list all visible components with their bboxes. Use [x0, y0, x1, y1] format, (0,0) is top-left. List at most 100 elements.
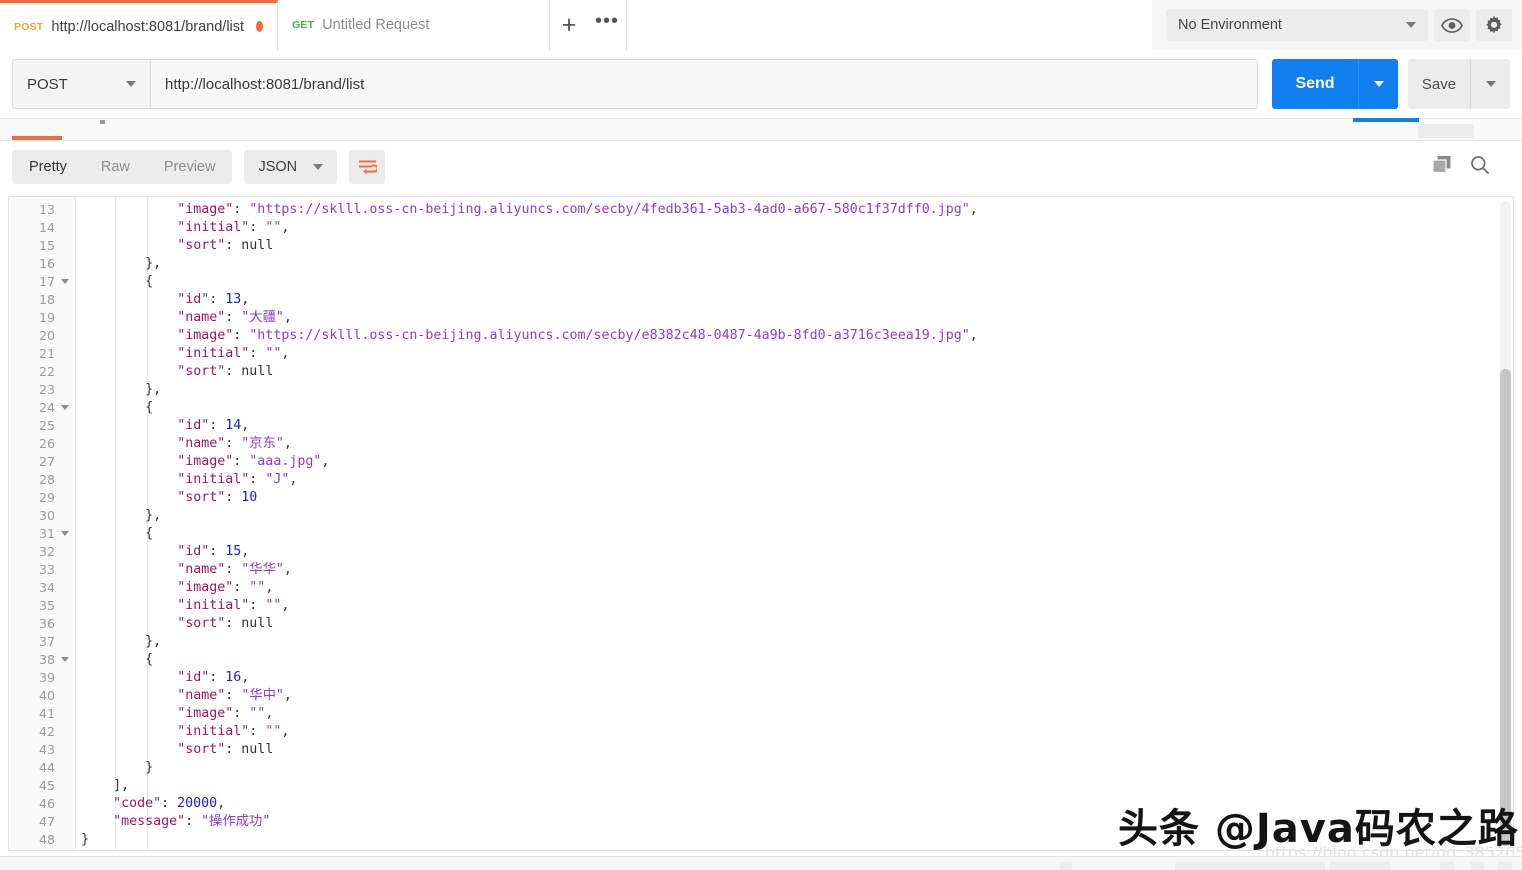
code-token: :	[185, 814, 202, 829]
code-fold-toggle-icon[interactable]	[61, 279, 69, 284]
code-line: 23},	[9, 381, 1513, 399]
code-line: 40 "name": "华中",	[9, 687, 1513, 705]
status-bar-item	[1498, 862, 1512, 870]
save-button[interactable]: Save	[1408, 59, 1470, 109]
line-number: 28	[38, 472, 55, 487]
code-line: 34 "image": "",	[9, 579, 1513, 597]
response-body-viewer[interactable]: 13 "image": "https://sklll.oss-cn-beijing…	[8, 196, 1514, 851]
copy-to-clipboard-button[interactable]	[1432, 155, 1452, 179]
search-response-button[interactable]	[1470, 155, 1490, 180]
request-tab-untitled[interactable]: GET Untitled Request	[278, 0, 550, 50]
code-token: :	[225, 688, 242, 703]
code-token: ""	[265, 598, 282, 613]
code-token: null	[241, 364, 274, 379]
line-number: 30	[38, 508, 55, 523]
line-number: 43	[38, 742, 55, 757]
line-number: 33	[38, 562, 55, 577]
line-number: 15	[38, 238, 55, 253]
settings-button[interactable]	[1476, 9, 1512, 41]
code-line: 21 "initial": "",	[9, 345, 1513, 363]
environment-selector[interactable]: No Environment	[1166, 9, 1428, 41]
code-token: {	[145, 526, 154, 541]
code-token: ,	[283, 310, 292, 325]
code-token: "name"	[177, 436, 226, 451]
tab-preview[interactable]: Preview	[147, 150, 233, 184]
code-token: "华中"	[241, 688, 284, 703]
code-token: "code"	[113, 796, 162, 811]
line-number: 41	[38, 706, 55, 721]
line-number: 39	[38, 670, 55, 685]
code-line: 24 {	[9, 399, 1513, 417]
code-token: "https://sklll.oss-cn-beijing.aliyuncs.c…	[249, 202, 970, 217]
code-token: ,	[241, 670, 250, 685]
code-line-text: "image": "https://sklll.oss-cn-beijing.a…	[177, 201, 978, 219]
code-line: 26 "name": "京东",	[9, 435, 1513, 453]
code-line-text: "initial": "",	[177, 723, 289, 741]
tab-options-button[interactable]: •••	[588, 0, 626, 50]
send-options-button[interactable]	[1358, 59, 1398, 109]
code-token: },	[145, 634, 162, 649]
code-token: "J"	[265, 472, 290, 487]
active-request-tab-underline	[12, 136, 62, 140]
status-bar-item	[1470, 862, 1484, 870]
line-number: 21	[38, 346, 55, 361]
code-line: 36 "sort": null	[9, 615, 1513, 633]
code-token: "sort"	[177, 742, 226, 757]
line-number: 19	[38, 310, 55, 325]
code-token: }	[145, 760, 154, 775]
code-line: 20 "image": "https://sklll.oss-cn-beijing…	[9, 327, 1513, 345]
send-button[interactable]: Send	[1272, 59, 1358, 109]
new-tab-button[interactable]: +	[550, 0, 588, 50]
line-number: 36	[38, 616, 55, 631]
code-fold-toggle-icon[interactable]	[61, 531, 69, 536]
code-token: "initial"	[177, 346, 250, 361]
save-button-group: Save	[1408, 59, 1510, 109]
line-number: 35	[38, 598, 55, 613]
code-token: :	[233, 454, 250, 469]
request-tab-post-brand-list[interactable]: POST http://localhost:8081/brand/list	[0, 0, 278, 51]
code-token: "华华"	[241, 562, 284, 577]
line-number: 23	[38, 382, 55, 397]
code-token: :	[249, 724, 266, 739]
tab-raw[interactable]: Raw	[84, 150, 147, 184]
code-line: 37},	[9, 633, 1513, 651]
code-line: 44}	[9, 759, 1513, 777]
code-token: :	[233, 328, 250, 343]
word-wrap-toggle[interactable]	[349, 150, 386, 184]
http-method-selector[interactable]: POST	[12, 59, 150, 109]
environment-quick-look-button[interactable]	[1434, 9, 1470, 41]
code-token: :	[209, 418, 226, 433]
line-number: 47	[38, 814, 55, 829]
code-line: 41 "image": "",	[9, 705, 1513, 723]
code-token: ,	[321, 454, 330, 469]
code-line: 30},	[9, 507, 1513, 525]
code-token: 16	[225, 670, 242, 685]
code-token: "https://sklll.oss-cn-beijing.aliyuncs.c…	[249, 328, 970, 343]
response-scrollbar-track[interactable]	[1500, 201, 1511, 846]
code-fold-toggle-icon[interactable]	[61, 405, 69, 410]
response-scrollbar-thumb[interactable]	[1500, 369, 1511, 846]
code-token: "name"	[177, 562, 226, 577]
code-fold-toggle-icon[interactable]	[61, 657, 69, 662]
code-token: "id"	[177, 418, 210, 433]
chevron-down-icon	[1406, 22, 1416, 28]
line-number: 20	[38, 328, 55, 343]
code-token: 10	[241, 490, 258, 505]
tab-pretty[interactable]: Pretty	[12, 150, 84, 184]
code-token: :	[225, 490, 242, 505]
code-token: },	[145, 508, 162, 523]
code-line-text: "sort": null	[177, 741, 273, 759]
save-options-button[interactable]	[1470, 59, 1510, 109]
code-line-text: "initial": "",	[177, 345, 289, 363]
code-token: ,	[265, 706, 274, 721]
code-line-text: "message": "操作成功"	[113, 813, 270, 831]
code-token: null	[241, 238, 274, 253]
code-token: "image"	[177, 580, 234, 595]
code-line: 46 "code": 20000,	[9, 795, 1513, 813]
code-token: "image"	[177, 202, 234, 217]
code-token: ,	[969, 202, 978, 217]
code-line-text: "sort": 10	[177, 489, 257, 507]
code-line-text: {	[145, 399, 153, 417]
response-format-selector[interactable]: JSON	[244, 150, 338, 184]
request-url-input[interactable]: http://localhost:8081/brand/list	[150, 59, 1258, 109]
